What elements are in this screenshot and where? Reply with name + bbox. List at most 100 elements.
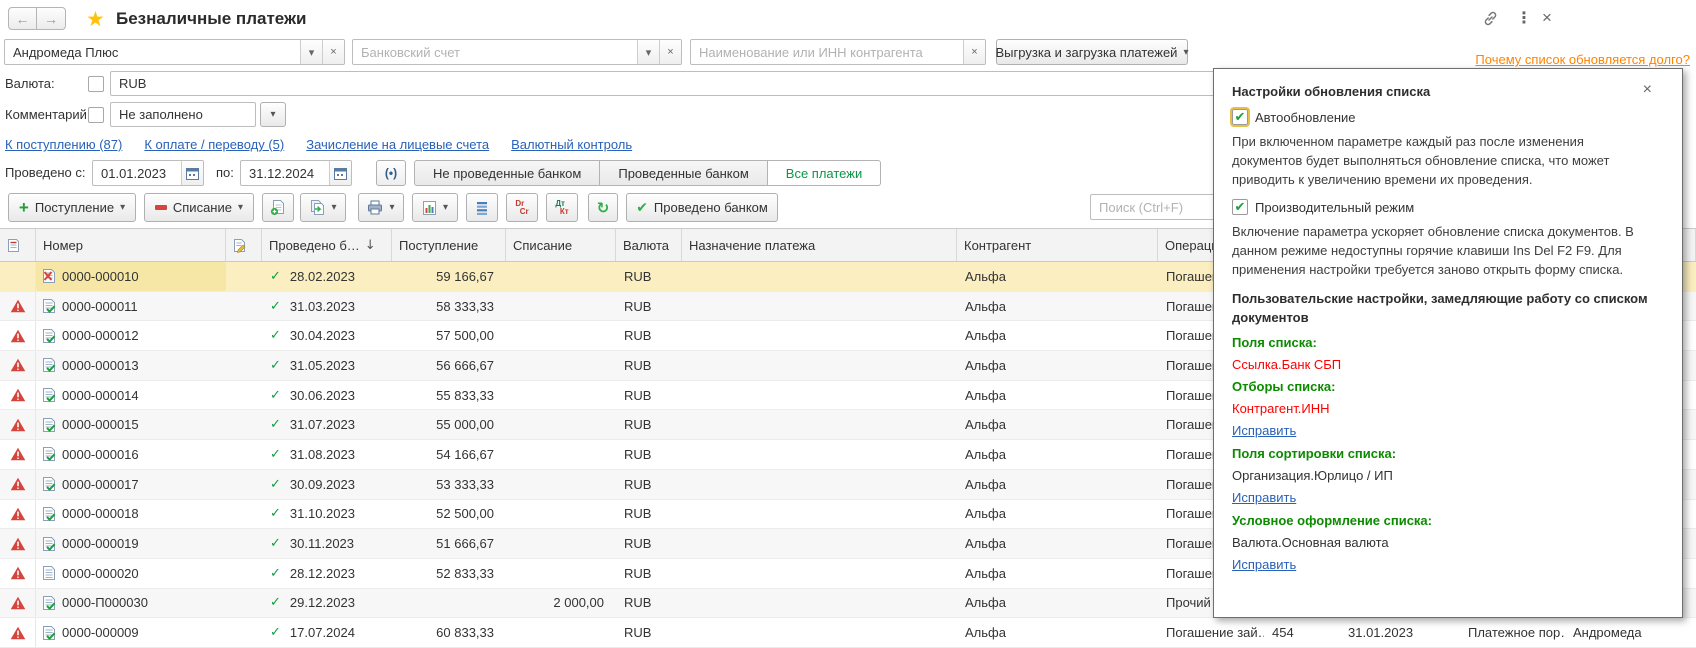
receipt-cell: 60 833,33 <box>392 618 506 647</box>
status-tab[interactable]: Проведенные банком <box>600 160 767 186</box>
currency-cell: RUB <box>616 381 682 410</box>
nav-link[interactable]: К поступлению (87) <box>5 137 122 152</box>
purpose-cell <box>682 381 957 410</box>
section-value: Ссылка.Банк СБП <box>1232 357 1648 372</box>
warning-icon <box>10 596 26 610</box>
dtkt-icon: Дт Кт <box>555 200 568 216</box>
counterparty-search-input[interactable]: Наименование или ИНН контрагента × <box>690 39 986 65</box>
reports-button[interactable]: ▾ <box>412 193 458 222</box>
row-state-cell <box>0 292 36 321</box>
document-posted-icon <box>42 476 56 492</box>
performance-description: Включение параметра ускоряет обновление … <box>1232 222 1648 279</box>
column-header[interactable]: Валюта <box>616 229 682 261</box>
drcr-postings-button[interactable]: Dr Cr <box>506 193 538 222</box>
receipt-cell: 59 166,67 <box>392 262 506 291</box>
organization-combobox[interactable]: Андромеда Плюс ▾ × <box>4 39 345 65</box>
posted-date: 31.07.2023 <box>290 417 355 432</box>
drcr-icon: Dr Cr <box>515 200 528 216</box>
document-number: 0000-000011 <box>62 299 138 314</box>
popup-close-icon[interactable]: × <box>1643 81 1652 99</box>
fix-link[interactable]: Исправить <box>1232 557 1296 572</box>
slow-settings-heading: Пользовательские настройки, замедляющие … <box>1232 289 1648 327</box>
bank-account-combobox[interactable]: Банковский счет ▾ × <box>352 39 682 65</box>
currency-cell: RUB <box>616 559 682 588</box>
column-header[interactable]: Поступление <box>392 229 506 261</box>
purpose-cell <box>682 440 957 469</box>
comment-field[interactable]: Не заполнено <box>110 102 256 127</box>
column-header[interactable] <box>0 229 36 261</box>
nav-link[interactable]: Зачисление на лицевые счета <box>306 137 489 152</box>
comment-dropdown-button[interactable]: ▾ <box>260 102 286 127</box>
flag-cell <box>226 589 262 618</box>
popup-section: Поля списка:Ссылка.Банк СБП <box>1232 335 1648 372</box>
mark-posted-button[interactable]: ✔ Проведено банком <box>626 193 778 222</box>
refresh-button[interactable]: ↻ <box>588 193 618 222</box>
date-to-input[interactable]: 31.12.2024 <box>240 160 352 186</box>
back-button[interactable]: ← <box>8 7 37 30</box>
section-heading: Поля сортировки списка: <box>1232 446 1648 461</box>
register-button[interactable] <box>466 193 498 222</box>
comment-dropdown-icon: ▾ <box>270 109 275 120</box>
print-button[interactable]: ▾ <box>358 193 404 222</box>
purpose-cell <box>682 410 957 439</box>
get-link-icon[interactable] <box>1482 10 1499 27</box>
organization-dropdown-icon[interactable]: ▾ <box>300 40 322 64</box>
organization-clear-icon[interactable]: × <box>322 40 344 64</box>
receipt-cell: 51 666,67 <box>392 529 506 558</box>
receipt-cell: 57 500,00 <box>392 321 506 350</box>
table-row[interactable]: 0000-000009✓17.07.202460 833,33RUBАльфаП… <box>0 618 1696 648</box>
currency-cell: RUB <box>616 321 682 350</box>
dtkt-postings-button[interactable]: Дт Кт <box>546 193 578 222</box>
autoupdate-checkbox[interactable]: ✔ <box>1232 109 1248 125</box>
document-number: 0000-000013 <box>62 358 139 373</box>
calendar-icon[interactable] <box>181 161 203 185</box>
currency-cell: RUB <box>616 262 682 291</box>
mark-posted-label: Проведено банком <box>654 200 768 215</box>
column-header[interactable]: Списание <box>506 229 616 261</box>
window-close-icon[interactable]: × <box>1542 8 1552 28</box>
nav-link[interactable]: К оплате / переводу (5) <box>144 137 284 152</box>
bank-account-clear-icon[interactable]: × <box>659 40 681 64</box>
column-header[interactable] <box>226 229 262 261</box>
copy-document-button[interactable] <box>262 193 294 222</box>
status-tab[interactable]: Все платежи <box>768 160 881 186</box>
autoupdate-description: При включенном параметре каждый раз посл… <box>1232 132 1648 189</box>
column-header[interactable]: Контрагент <box>957 229 1158 261</box>
history-nav: ← → <box>8 7 66 30</box>
more-menu-icon[interactable]: ⋮ <box>1516 8 1532 27</box>
add-writeoff-button[interactable]: Списание ▾ <box>144 193 254 222</box>
status-tab[interactable]: Не проведенные банком <box>414 160 600 186</box>
fix-link[interactable]: Исправить <box>1232 423 1296 438</box>
new-document-icon <box>270 199 286 216</box>
popup-sections: Поля списка:Ссылка.Банк СБПОтборы списка… <box>1232 335 1648 579</box>
date-from-input[interactable]: 01.01.2023 <box>92 160 204 186</box>
document-number: 0000-000014 <box>62 388 139 403</box>
flag-cell <box>226 410 262 439</box>
counterparty-clear-icon[interactable]: × <box>963 40 985 64</box>
nav-link[interactable]: Валютный контроль <box>511 137 632 152</box>
sort-desc-icon: ↓ <box>365 238 376 253</box>
create-based-on-button[interactable]: ▾ <box>300 193 346 222</box>
favorite-star-icon[interactable]: ★ <box>86 7 105 32</box>
column-header[interactable]: Номер <box>36 229 226 261</box>
add-receipt-button[interactable]: + Поступление ▾ <box>8 193 136 222</box>
bank-account-dropdown-icon[interactable]: ▾ <box>637 40 659 64</box>
currency-checkbox[interactable] <box>88 76 104 92</box>
purpose-cell <box>682 292 957 321</box>
column-header[interactable]: Проведено б…↓ <box>262 229 392 261</box>
incoming-number-cell: 454 <box>1264 618 1340 647</box>
slow-list-help-link[interactable]: Почему список обновляется долго? <box>1475 52 1690 67</box>
fix-link[interactable]: Исправить <box>1232 490 1296 505</box>
currency-cell: RUB <box>616 500 682 529</box>
period-picker-icon[interactable]: (•) <box>376 160 406 186</box>
calendar-icon[interactable] <box>329 161 351 185</box>
posted-date-cell: ✓30.06.2023 <box>262 381 392 410</box>
comment-checkbox[interactable] <box>88 107 104 123</box>
counterparty-cell: Альфа <box>957 589 1158 618</box>
forward-button[interactable]: → <box>37 7 66 30</box>
number-cell: 0000-П000030 <box>36 589 226 618</box>
nav-links: К поступлению (87) К оплате / переводу (5… <box>5 137 632 152</box>
performance-checkbox[interactable]: ✔ <box>1232 199 1248 215</box>
column-header[interactable]: Назначение платежа <box>682 229 957 261</box>
upload-payments-button[interactable]: Выгрузка и загрузка платежей ▾ <box>996 39 1188 65</box>
